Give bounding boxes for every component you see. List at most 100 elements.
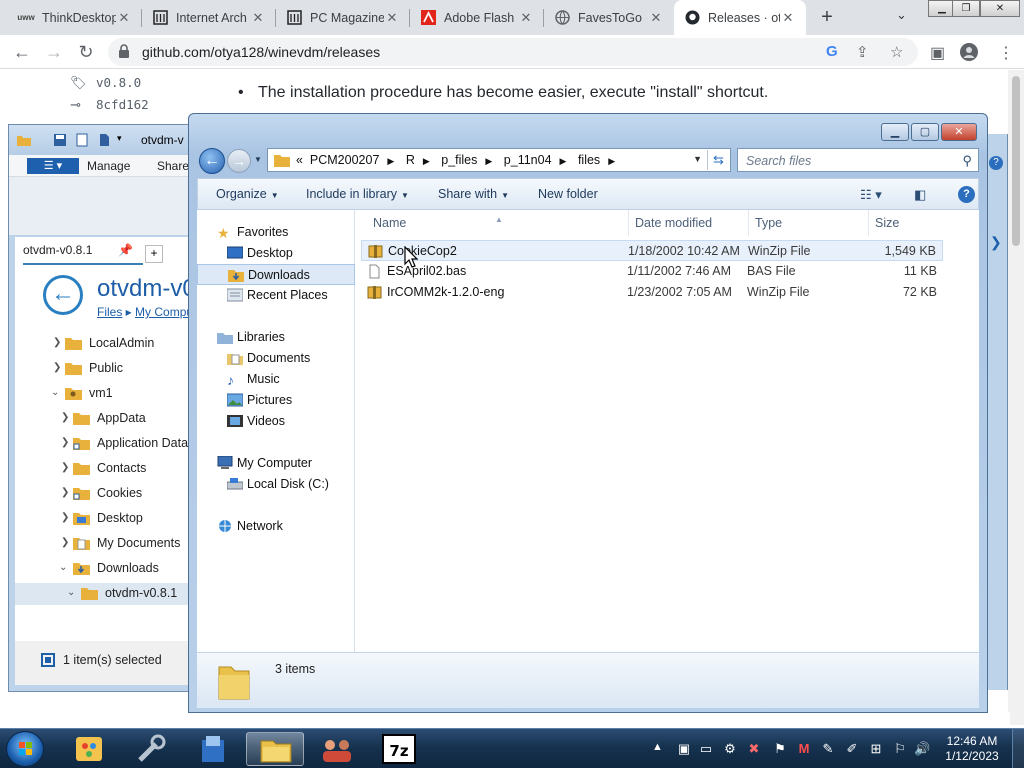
tree-item-downloads[interactable]: ⌄ Downloads [15, 558, 195, 580]
file-row[interactable]: ESApril02.bas 1/11/2002 7:46 AM BAS File… [361, 261, 943, 282]
chevron-right-icon[interactable]: ▶ [485, 156, 492, 166]
chevron-down-icon[interactable]: ▼ [254, 155, 262, 164]
maximize-button[interactable]: ▢ [911, 123, 939, 141]
nav-downloads[interactable]: Downloads [197, 264, 355, 285]
chevron-down-icon[interactable]: ⌄ [59, 562, 67, 573]
close-icon[interactable]: ✕ [648, 10, 664, 26]
browser-tab-adobe-flash[interactable]: Adobe Flash ✕ [410, 0, 544, 35]
chevron-right-icon[interactable]: ❯ [61, 537, 69, 548]
address-bar[interactable]: « PCM200207 ▶ R ▶ p_files ▶ p_11n04 ▶ files ▶… [267, 148, 731, 172]
close-icon[interactable]: ✕ [518, 10, 534, 26]
close-icon[interactable]: ✕ [250, 10, 266, 26]
column-header-date-modified[interactable]: Date modified [629, 210, 749, 236]
view-options-icon[interactable]: ☷ ▾ [860, 187, 882, 203]
ribbon-tab-share[interactable]: Share [157, 159, 189, 173]
nav-my-computer[interactable]: My Computer [197, 453, 355, 474]
tree-item-desktop[interactable]: ❯ Desktop [15, 508, 195, 530]
chevron-right-icon[interactable]: ❯ [53, 337, 61, 348]
breadcrumb-pcm200207[interactable]: PCM200207 [310, 153, 380, 167]
taskbar-app-paint[interactable] [60, 732, 118, 766]
minimize-button[interactable]: ▁ [881, 123, 909, 141]
forward-arrow-icon[interactable]: → [227, 149, 251, 173]
browser-tab-thinkdesktop[interactable]: uww ThinkDesktop ✕ [8, 0, 142, 35]
help-icon[interactable]: ? [989, 156, 1003, 170]
browser-tab-pc-magazine[interactable]: PC Magazine ✕ [276, 0, 410, 35]
chevron-down-icon[interactable]: ▾ [117, 133, 131, 147]
new-folder-button[interactable]: New folder [538, 187, 598, 201]
column-header-name[interactable]: Name ▲ [367, 210, 629, 236]
pin-icon[interactable]: 📌 [118, 243, 133, 257]
google-icon[interactable]: G [826, 43, 838, 60]
taskbar-app-tool[interactable] [122, 732, 180, 766]
nav-videos[interactable]: Videos [197, 411, 355, 432]
file-row[interactable]: IrCOMM2k-1.2.0-eng 1/23/2002 7:05 AM Win… [361, 282, 943, 303]
star-icon[interactable]: ☆ [890, 43, 903, 61]
tree-item-vm1[interactable]: ⌄ vm1 [15, 383, 195, 405]
reload-icon[interactable]: ↻ [74, 40, 98, 64]
folder-doc-tab[interactable]: otvdm-v0.8.1 📌 [23, 243, 143, 265]
tray-volume-icon[interactable]: 🔊 [914, 741, 930, 757]
nav-network[interactable]: Network [197, 516, 355, 537]
chevron-down-icon[interactable]: ⌄ [67, 587, 75, 598]
address-bar[interactable]: github.com/otya128/winevdm/releases G ⇪ … [108, 38, 918, 66]
tree-item-contacts[interactable]: ❯ Contacts [15, 458, 195, 480]
nav-documents[interactable]: Documents [197, 348, 355, 369]
chevron-right-icon[interactable]: ▶ [423, 156, 430, 166]
menu-kebab-icon[interactable]: ⋮ [998, 43, 1014, 63]
chevron-down-icon[interactable]: ⌄ [51, 387, 59, 398]
help-icon[interactable]: ? [958, 186, 975, 203]
search-icon[interactable]: ⚲ [962, 153, 972, 169]
release-commit[interactable]: 8cfd162 [96, 97, 149, 112]
breadcrumb-overflow[interactable]: « [296, 153, 303, 167]
nav-desktop[interactable]: Desktop [197, 243, 355, 264]
explorer-window[interactable]: ▁ ▢ ✕ ← → ▼ « PCM200207 ▶ R ▶ p_files ▶ p_1… [188, 113, 988, 713]
chevron-right-icon[interactable]: ❯ [61, 437, 69, 448]
breadcrumb-p-11n04[interactable]: p_11n04 [504, 153, 552, 167]
tray-monitor-icon[interactable]: ▭ [698, 741, 714, 757]
column-header-type[interactable]: Type [749, 210, 869, 236]
new-folder-icon[interactable] [97, 133, 111, 147]
tray-gear-icon[interactable]: ⚙ [722, 741, 738, 757]
taskbar-app-7zip[interactable]: 7z [370, 732, 428, 766]
chevron-down-icon[interactable]: ⌄ [896, 7, 907, 23]
chevron-right-icon[interactable]: ▶ [608, 156, 615, 166]
chevron-right-icon[interactable]: ▶ [560, 156, 567, 166]
browser-tab-internet-archive[interactable]: Internet Arch ✕ [142, 0, 276, 35]
save-icon[interactable] [53, 133, 67, 147]
tray-network-icon[interactable]: ⊞ [868, 741, 884, 757]
tray-expand-icon[interactable]: ▲ [652, 741, 663, 753]
nav-recent-places[interactable]: Recent Places [197, 285, 355, 306]
chevron-right-icon[interactable]: ❯ [61, 487, 69, 498]
nav-local-disk[interactable]: Local Disk (C:) [197, 474, 355, 495]
tree-item-otvdm[interactable]: ⌄ otvdm-v0.8.1 [15, 583, 195, 605]
chevron-right-icon[interactable]: ▶ [387, 156, 394, 166]
tree-item-localadmin[interactable]: ❯ LocalAdmin [15, 333, 195, 355]
new-tab-button[interactable]: + [814, 5, 840, 29]
chevron-down-icon[interactable]: ▼ [693, 154, 702, 164]
forward-arrow-icon[interactable]: → [42, 40, 66, 64]
profile-icon[interactable] [960, 43, 978, 66]
search-input[interactable]: Search files ⚲ [737, 148, 979, 172]
back-window-titlebar[interactable]: ▾ otvdm-v [9, 125, 197, 155]
scrollbar-thumb[interactable] [1012, 76, 1020, 246]
back-explorer-window[interactable]: ▾ otvdm-v ☰ ▾ Manage Share otvdm-v0.8.1 📌… [8, 124, 198, 692]
column-header-size[interactable]: Size [869, 210, 939, 236]
start-button[interactable] [6, 731, 44, 767]
tray-app-icon[interactable]: ▣ [676, 741, 692, 757]
refresh-icon[interactable]: ⇆ [707, 150, 729, 170]
tray-flag-icon[interactable]: ⚑ [772, 741, 788, 757]
close-button[interactable]: ✕ [941, 123, 977, 141]
browser-tab-favestogo[interactable]: FavesToGo ✕ [544, 0, 674, 35]
tray-pen-icon[interactable]: ✐ [844, 741, 860, 757]
breadcrumb-p-files[interactable]: p_files [441, 153, 477, 167]
ribbon-tab-manage[interactable]: Manage [87, 159, 130, 173]
file-row[interactable]: CookieCop2 1/18/2002 10:42 AM WinZip Fil… [361, 240, 943, 261]
restore-button[interactable]: ❐ [952, 0, 980, 17]
nav-favorites[interactable]: ★ Favorites [197, 222, 355, 243]
tree-item-cookies[interactable]: ❯ Cookies [15, 483, 195, 505]
share-icon[interactable]: ⇪ [856, 43, 869, 61]
breadcrumb-files[interactable]: files [578, 153, 600, 167]
preview-pane-icon[interactable]: ◧ [914, 187, 926, 203]
back-arrow-icon[interactable]: ← [199, 148, 225, 174]
nav-music[interactable]: ♪ Music [197, 369, 355, 390]
